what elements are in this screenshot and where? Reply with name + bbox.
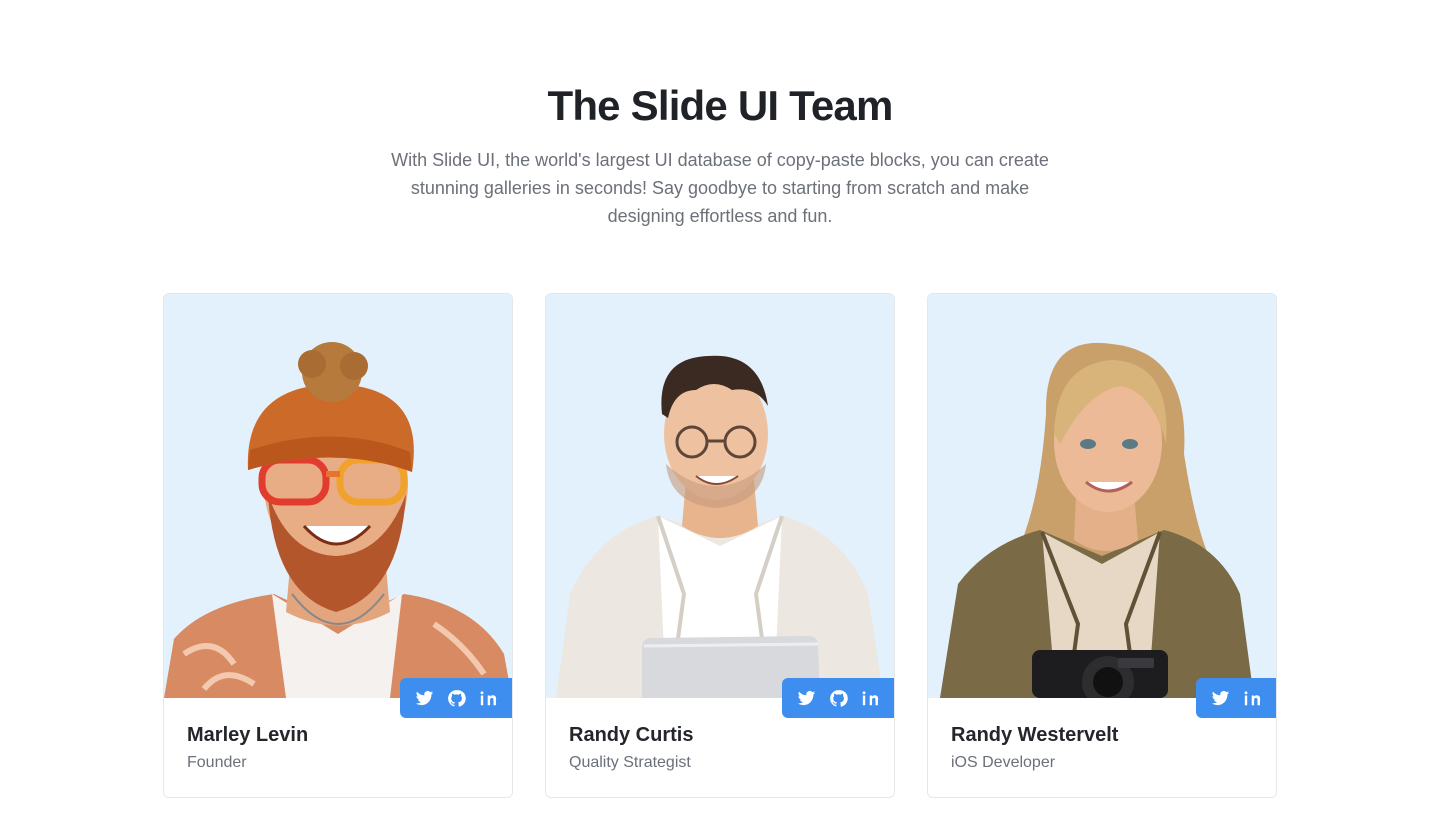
member-photo [546, 294, 894, 698]
twitter-icon[interactable] [408, 678, 440, 718]
member-role: Quality Strategist [569, 754, 691, 771]
section-title: The Slide UI Team [547, 82, 893, 129]
team-card-marley-levin: Marley Levin Founder [163, 293, 513, 798]
member-role: iOS Developer [951, 754, 1056, 771]
member-photo [928, 294, 1276, 698]
member-photo [164, 294, 512, 698]
member-name: Marley Levin [187, 724, 309, 746]
team-card-randy-curtis: Randy Curtis Quality Strategist [545, 293, 895, 798]
linkedin-icon[interactable] [472, 678, 504, 718]
member-role: Founder [187, 754, 247, 771]
github-icon[interactable] [822, 678, 854, 718]
linkedin-icon[interactable] [1236, 678, 1268, 718]
twitter-icon[interactable] [790, 678, 822, 718]
github-icon[interactable] [440, 678, 472, 718]
linkedin-icon[interactable] [854, 678, 886, 718]
twitter-icon[interactable] [1204, 678, 1236, 718]
member-name: Randy Curtis [569, 724, 694, 746]
team-card-randy-westervelt: Randy Westervelt iOS Developer [927, 293, 1277, 798]
member-name: Randy Westervelt [951, 724, 1119, 746]
social-links [400, 678, 512, 718]
social-links [782, 678, 894, 718]
section-subtitle: With Slide UI, the world's largest UI da… [391, 150, 1049, 226]
social-links [1196, 678, 1276, 718]
